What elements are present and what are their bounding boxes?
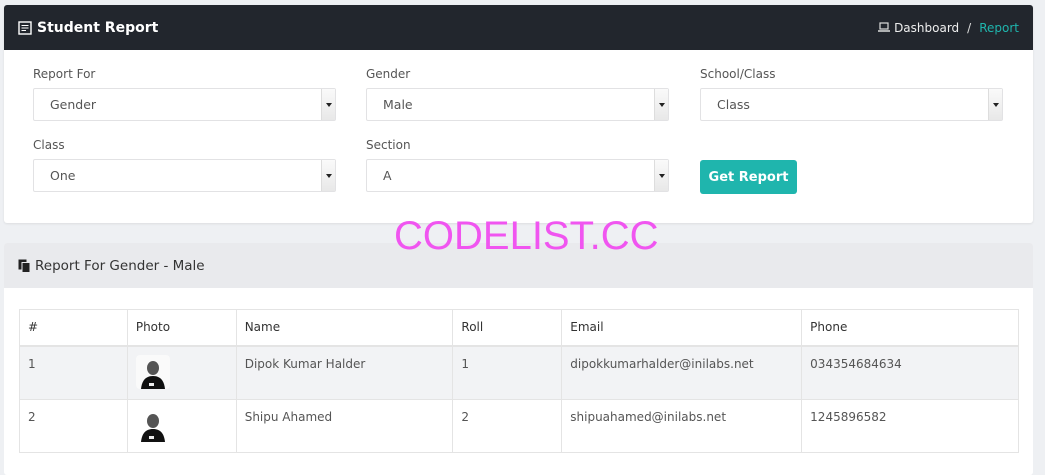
cell-phone: 1245896582 — [801, 398, 1019, 453]
page-title: Student Report — [18, 20, 158, 36]
section-label: Section — [366, 138, 411, 152]
cell-email: dipokkumarhalder@inilabs.net — [561, 345, 803, 400]
get-report-button[interactable]: Get Report — [700, 160, 797, 194]
table-row: 1 Dipok Kumar Halder 1 dipokkumarhalder@… — [19, 345, 1019, 400]
student-report-panel: Student Report Dashboard / Report Report… — [4, 5, 1033, 223]
breadcrumb-separator: / — [967, 20, 972, 35]
gender-label: Gender — [366, 67, 411, 81]
cell-email: shipuahamed@inilabs.net — [561, 398, 803, 453]
avatar — [135, 407, 170, 442]
chevron-down-icon — [988, 89, 1002, 120]
breadcrumb-dashboard-link[interactable]: Dashboard — [894, 21, 959, 35]
cell-roll: 1 — [452, 345, 563, 400]
class-select[interactable]: One — [33, 159, 336, 192]
student-report-table: # Photo Name Roll Email Phone 1 Dipok Ku… — [19, 309, 1019, 453]
school-class-select[interactable]: Class — [700, 88, 1003, 121]
column-header-photo: Photo — [126, 309, 237, 347]
gender-select[interactable]: Male — [366, 88, 669, 121]
table-header-row: # Photo Name Roll Email Phone — [19, 309, 1019, 347]
report-for-value: Gender — [50, 97, 97, 112]
cell-roll: 2 — [452, 398, 563, 453]
column-header-number: # — [19, 309, 128, 347]
chevron-down-icon — [654, 89, 668, 120]
report-result-panel: Report For Gender - Male # Photo Name Ro… — [4, 243, 1033, 475]
page-title-text: Student Report — [37, 19, 159, 36]
watermark: CODELIST.CC — [394, 214, 659, 258]
column-header-roll: Roll — [452, 309, 563, 347]
column-header-phone: Phone — [801, 309, 1019, 347]
chevron-down-icon — [654, 160, 668, 191]
cell-name: Dipok Kumar Halder — [235, 345, 454, 400]
report-for-select[interactable]: Gender — [33, 88, 336, 121]
section-value: A — [383, 168, 392, 183]
breadcrumb: Dashboard / Report — [878, 21, 1019, 35]
cell-photo — [126, 398, 237, 453]
column-header-name: Name — [235, 309, 454, 347]
class-value: One — [50, 168, 76, 183]
chevron-down-icon — [321, 89, 335, 120]
chevron-down-icon — [321, 160, 335, 191]
panel-header: Student Report Dashboard / Report — [4, 5, 1033, 50]
cell-photo — [126, 345, 237, 400]
column-header-email: Email — [561, 309, 803, 347]
cell-phone: 034354684634 — [801, 345, 1019, 400]
breadcrumb-current: Report — [979, 20, 1019, 35]
copy-icon — [18, 259, 31, 273]
report-result-title: Report For Gender - Male — [35, 257, 205, 274]
class-label: Class — [33, 138, 65, 152]
cell-name: Shipu Ahamed — [235, 398, 454, 453]
report-icon — [18, 20, 32, 35]
gender-value: Male — [383, 97, 413, 112]
cell-number: 1 — [19, 345, 128, 400]
avatar — [135, 354, 170, 389]
report-for-label: Report For — [33, 67, 96, 81]
cell-number: 2 — [19, 398, 128, 453]
school-class-value: Class — [717, 97, 750, 112]
section-select[interactable]: A — [366, 159, 669, 192]
laptop-icon — [878, 21, 891, 35]
table-row: 2 Shipu Ahamed 2 shipuahamed@inilabs.net… — [19, 398, 1019, 453]
school-class-label: School/Class — [700, 67, 776, 81]
